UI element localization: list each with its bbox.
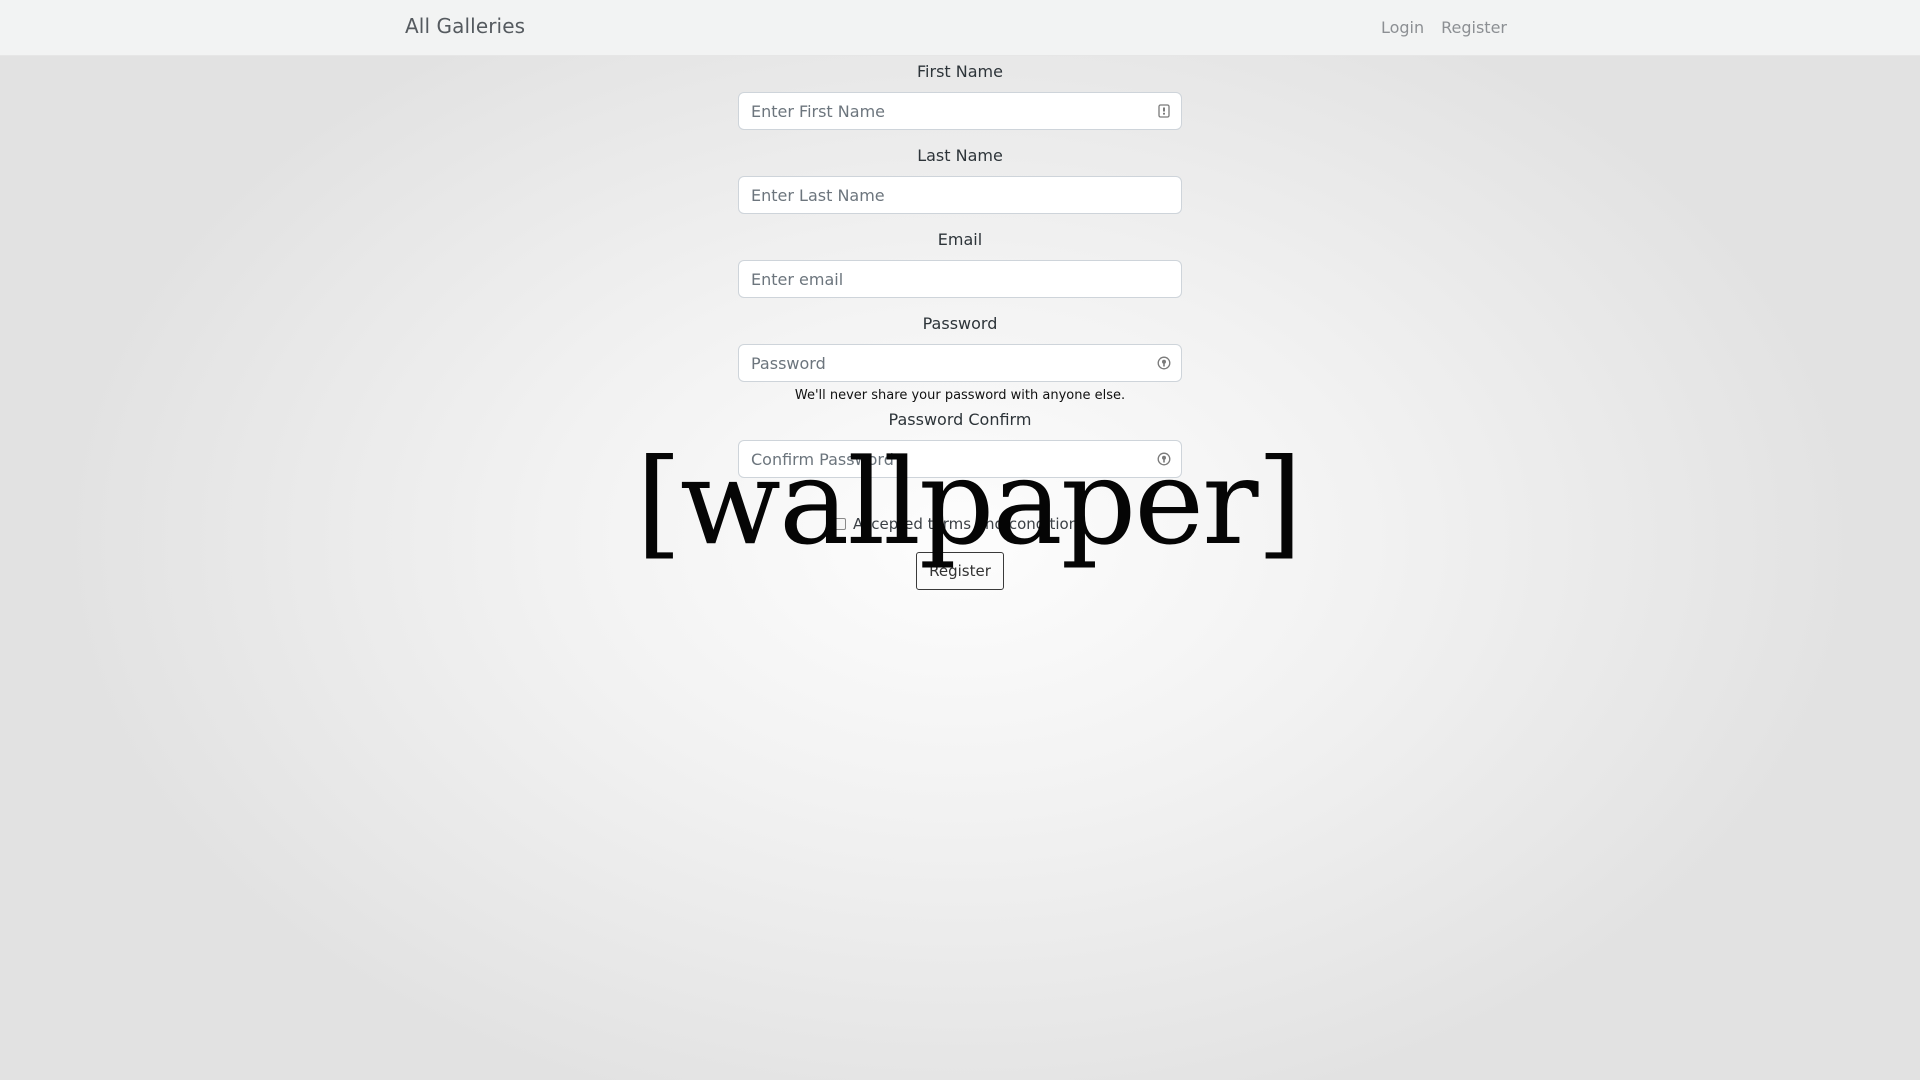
- first-name-wrap: [738, 92, 1182, 130]
- email-group: Email: [738, 230, 1182, 298]
- password-input[interactable]: [738, 344, 1182, 382]
- terms-label[interactable]: Accepted terms and conditions: [853, 515, 1086, 533]
- register-link[interactable]: Register: [1441, 18, 1507, 37]
- password-help-text: We'll never share your password with any…: [794, 388, 1126, 403]
- first-name-input[interactable]: [738, 92, 1182, 130]
- password-confirm-label: Password Confirm: [888, 410, 1032, 429]
- password-wrap: [738, 344, 1182, 382]
- email-label: Email: [937, 230, 983, 249]
- password-confirm-input[interactable]: [738, 440, 1182, 478]
- last-name-label: Last Name: [917, 146, 1003, 165]
- registration-form: First Name Last Name Email Password: [738, 56, 1182, 590]
- password-label: Password: [922, 314, 998, 333]
- terms-row: Accepted terms and conditions: [738, 515, 1182, 533]
- register-submit-button[interactable]: Register: [916, 552, 1004, 590]
- contact-card-icon[interactable]: [1156, 103, 1172, 119]
- nav-links: Login Register: [1381, 18, 1507, 37]
- password-group: Password We'll never share your password…: [738, 314, 1182, 404]
- password-confirm-wrap: [738, 440, 1182, 478]
- last-name-wrap: [738, 176, 1182, 214]
- password-key-icon[interactable]: [1156, 355, 1172, 371]
- email-wrap: [738, 260, 1182, 298]
- terms-checkbox[interactable]: [833, 518, 846, 530]
- last-name-group: Last Name: [738, 146, 1182, 214]
- first-name-group: First Name: [738, 62, 1182, 130]
- login-link[interactable]: Login: [1381, 18, 1424, 37]
- first-name-label: First Name: [917, 62, 1003, 81]
- email-input[interactable]: [738, 260, 1182, 298]
- brand-link[interactable]: All Galleries: [405, 14, 525, 38]
- last-name-input[interactable]: [738, 176, 1182, 214]
- password-key-icon[interactable]: [1156, 451, 1172, 467]
- password-confirm-group: Password Confirm: [738, 410, 1182, 478]
- top-navbar: All Galleries Login Register: [0, 0, 1920, 56]
